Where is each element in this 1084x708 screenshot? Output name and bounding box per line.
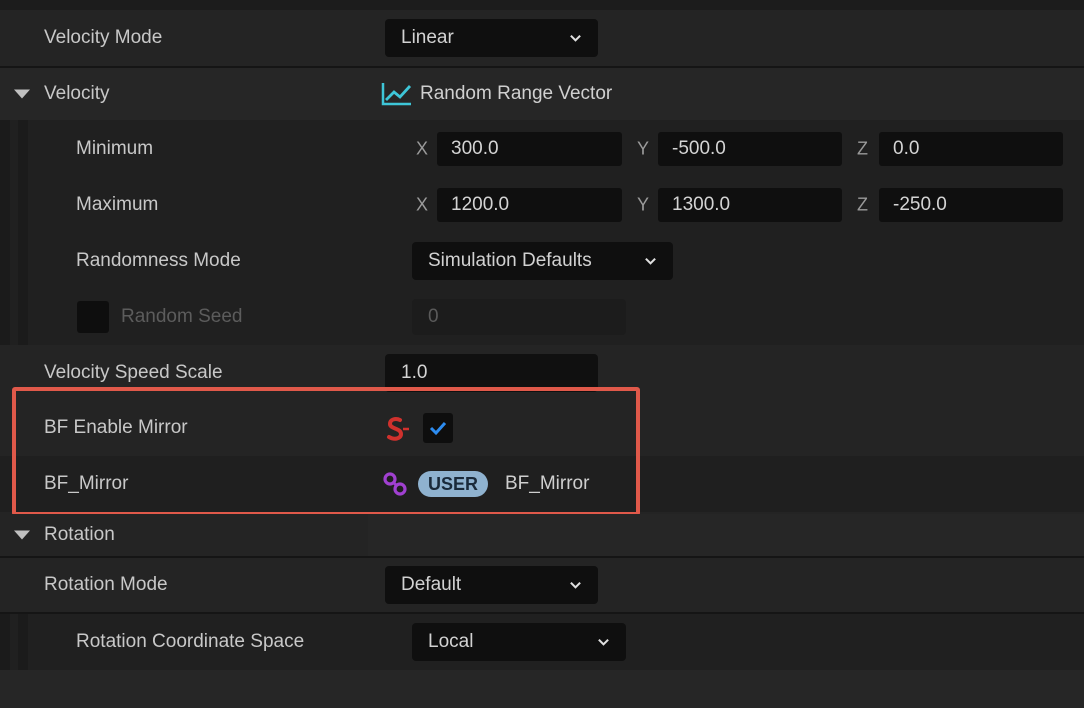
- rotation-coordinate-space-label: Rotation Coordinate Space: [76, 631, 305, 652]
- minimum-y-value: -500.0: [672, 138, 726, 159]
- user-badge-text: USER: [428, 473, 479, 494]
- velocity-type-label[interactable]: Random Range Vector: [420, 83, 612, 105]
- expand-arrow-icon[interactable]: [14, 89, 30, 99]
- bf-enable-mirror-row: BF Enable Mirror: [0, 402, 1084, 454]
- velocity-mode-dropdown[interactable]: Linear: [385, 19, 598, 57]
- rotation-mode-label: Rotation Mode: [44, 574, 168, 595]
- random-seed-value: 0: [428, 306, 439, 327]
- velocity-mode-label: Velocity Mode: [44, 27, 163, 48]
- bf-mirror-value[interactable]: BF_Mirror: [505, 473, 589, 495]
- velocity-row[interactable]: Velocity Random Range Vector: [0, 68, 1084, 120]
- randomness-mode-value: Simulation Defaults: [428, 250, 592, 271]
- velocity-speed-scale-value: 1.0: [401, 362, 428, 383]
- chevron-down-icon: [598, 638, 609, 646]
- y-axis-label: Y: [637, 138, 650, 159]
- rotation-mode-dropdown[interactable]: Default: [385, 566, 598, 604]
- randomness-mode-label: Randomness Mode: [76, 250, 241, 271]
- random-seed-label: Random Seed: [121, 306, 243, 327]
- minimum-label: Minimum: [76, 138, 154, 159]
- rotation-mode-row: Rotation Mode Default: [0, 558, 1084, 612]
- static-switch-icon: [387, 417, 409, 441]
- top-strip: [0, 0, 1084, 10]
- curve-chart-icon: [381, 83, 412, 106]
- maximum-label: Maximum: [76, 194, 159, 215]
- random-seed-row: Random Seed 0: [0, 290, 1084, 344]
- velocity-speed-scale-input[interactable]: 1.0: [385, 354, 598, 392]
- maximum-z-input[interactable]: -250.0: [879, 188, 1063, 222]
- minimum-row: Minimum X 300.0 Y -500.0 Z 0.0: [0, 122, 1084, 176]
- random-seed-input[interactable]: 0: [412, 299, 626, 335]
- velocity-mode-row: Velocity Mode Linear: [0, 10, 1084, 66]
- maximum-y-value: 1300.0: [672, 194, 731, 215]
- rotation-coordinate-space-row: Rotation Coordinate Space Local: [0, 614, 1084, 670]
- randomness-mode-dropdown[interactable]: Simulation Defaults: [412, 242, 673, 280]
- bf-mirror-label: BF_Mirror: [44, 473, 129, 494]
- user-badge: USER: [418, 471, 489, 497]
- minimum-x-value: 300.0: [451, 138, 499, 159]
- chevron-down-icon: [570, 34, 581, 42]
- maximum-y-input[interactable]: 1300.0: [658, 188, 842, 222]
- maximum-x-input[interactable]: 1200.0: [437, 188, 622, 222]
- bf-enable-mirror-label: BF Enable Mirror: [44, 417, 188, 438]
- rotation-mode-value: Default: [401, 574, 462, 595]
- velocity-speed-scale-label: Velocity Speed Scale: [44, 362, 223, 383]
- expand-arrow-icon[interactable]: [14, 530, 30, 540]
- velocity-speed-scale-row: Velocity Speed Scale 1.0: [0, 346, 1084, 400]
- rotation-label: Rotation: [44, 524, 115, 545]
- bf-enable-mirror-checkbox[interactable]: [423, 413, 453, 443]
- z-axis-label: Z: [857, 138, 868, 159]
- chevron-down-icon: [645, 257, 656, 265]
- randomness-mode-row: Randomness Mode Simulation Defaults: [0, 234, 1084, 288]
- velocity-label: Velocity: [44, 83, 110, 104]
- maximum-row: Maximum X 1200.0 Y 1300.0 Z -250.0: [0, 178, 1084, 232]
- link-icon: [383, 472, 407, 496]
- chevron-down-icon: [570, 581, 581, 589]
- minimum-z-value: 0.0: [893, 138, 920, 159]
- y-axis-label: Y: [637, 194, 650, 215]
- indent-bar: [0, 614, 10, 670]
- maximum-x-value: 1200.0: [451, 194, 510, 215]
- rotation-coordinate-space-dropdown[interactable]: Local: [412, 623, 626, 661]
- minimum-x-input[interactable]: 300.0: [437, 132, 622, 166]
- empty-row: [0, 670, 1084, 708]
- minimum-z-input[interactable]: 0.0: [879, 132, 1063, 166]
- rotation-value-area: [368, 514, 1084, 556]
- x-axis-label: X: [416, 138, 429, 159]
- rotation-coordinate-space-value: Local: [428, 631, 474, 652]
- minimum-y-input[interactable]: -500.0: [658, 132, 842, 166]
- z-axis-label: Z: [857, 194, 868, 215]
- indent-bar: [18, 614, 28, 670]
- x-axis-label: X: [416, 194, 429, 215]
- bf-mirror-row: BF_Mirror USER BF_Mirror: [0, 456, 1084, 512]
- rotation-row[interactable]: Rotation: [0, 514, 1084, 556]
- maximum-z-value: -250.0: [893, 194, 947, 215]
- random-seed-checkbox[interactable]: [77, 301, 109, 333]
- checkmark-icon: [429, 421, 447, 436]
- velocity-mode-value: Linear: [401, 27, 454, 48]
